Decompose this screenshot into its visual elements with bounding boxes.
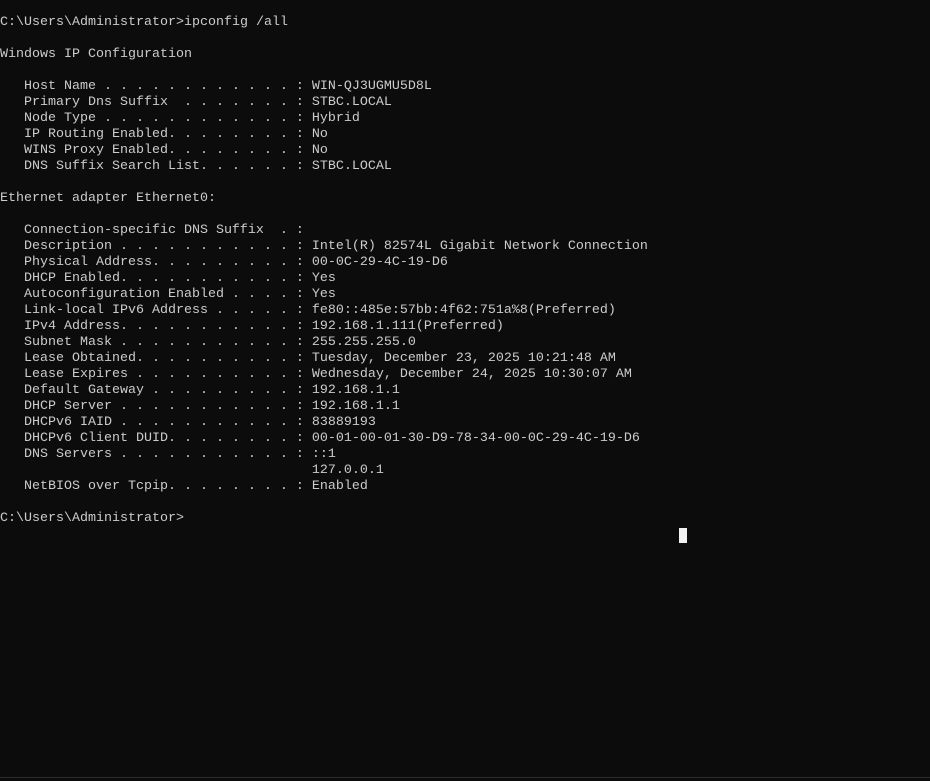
- link-local-ipv6-address-value: fe80::485e:57bb:4f62:751a%8(Preferred): [311, 303, 616, 318]
- lease-expires-value: Wednesday, December 24, 2025 10:30:07 AM: [311, 367, 632, 382]
- node-type-row: Node Type . . . . . . . . . . . . : Hybri…: [0, 111, 930, 127]
- executed-command: ipconfig /all: [183, 15, 288, 30]
- dns-servers-value: ::1: [311, 447, 336, 462]
- link-local-ipv6-address-label: Link-local IPv6 Address . . . . . :: [23, 303, 304, 318]
- physical-address-row: Physical Address. . . . . . . . . : 00-0C…: [0, 255, 930, 271]
- host-name-value: WIN-QJ3UGMU5D8L: [311, 79, 432, 94]
- subnet-mask-row: Subnet Mask . . . . . . . . . . . : 255.2…: [0, 335, 930, 351]
- lease-expires-row: Lease Expires . . . . . . . . . . : Wedne…: [0, 367, 930, 383]
- dhcpv6-client-duid-value: 00-01-00-01-30-D9-78-34-00-0C-29-4C-19-D…: [311, 431, 640, 446]
- section-title-ip-configuration: Windows IP Configuration: [0, 47, 192, 62]
- dhcp-enabled-value: Yes: [311, 271, 336, 286]
- dns-suffix-search-list-label: DNS Suffix Search List. . . . . . :: [23, 159, 304, 174]
- console-window[interactable]: C:\Users\Administrator>ipconfig /all Win…: [0, 0, 930, 781]
- physical-address-value: 00-0C-29-4C-19-D6: [311, 255, 448, 270]
- prompt: C:\Users\Administrator>: [0, 15, 184, 30]
- host-name-label: Host Name . . . . . . . . . . . . :: [23, 79, 304, 94]
- ip-routing-enabled-row: IP Routing Enabled. . . . . . . . : No: [0, 127, 930, 143]
- dhcpv6-client-duid-label: DHCPv6 Client DUID. . . . . . . . :: [23, 431, 304, 446]
- node-type-value: Hybrid: [311, 111, 360, 126]
- ipv4-address-row: IPv4 Address. . . . . . . . . . . : 192.1…: [0, 319, 930, 335]
- prompt: C:\Users\Administrator>: [0, 511, 184, 526]
- node-type-label: Node Type . . . . . . . . . . . . :: [23, 111, 304, 126]
- dhcpv6-iaid-row: DHCPv6 IAID . . . . . . . . . . . : 83889…: [0, 415, 930, 431]
- dns-servers-label: DNS Servers . . . . . . . . . . . :: [23, 447, 304, 462]
- dhcp-enabled-label: DHCP Enabled. . . . . . . . . . . :: [23, 271, 304, 286]
- wins-proxy-enabled-value: No: [311, 143, 328, 158]
- default-gateway-row: Default Gateway . . . . . . . . . : 192.1…: [0, 383, 930, 399]
- description-row: Description . . . . . . . . . . . : Intel…: [0, 239, 930, 255]
- lease-expires-label: Lease Expires . . . . . . . . . . :: [23, 367, 304, 382]
- window-bottom-border: [0, 777, 930, 778]
- netbios-over-tcpip-value: Enabled: [311, 479, 368, 494]
- netbios-over-tcpip-label: NetBIOS over Tcpip. . . . . . . . :: [23, 479, 304, 494]
- dhcp-server-value: 192.168.1.1: [311, 399, 400, 414]
- wins-proxy-enabled-row: WINS Proxy Enabled. . . . . . . . : No: [0, 143, 930, 159]
- dns-servers-continuation-row: 127.0.0.1: [0, 463, 930, 479]
- dns-servers-continuation-spacer: [0, 463, 312, 479]
- lease-obtained-row: Lease Obtained. . . . . . . . . . : Tuesd…: [0, 351, 930, 367]
- dns-suffix-search-list-row: DNS Suffix Search List. . . . . . : STBC.…: [0, 159, 930, 175]
- autoconfiguration-enabled-value: Yes: [311, 287, 336, 302]
- section-title-adapter: Ethernet adapter Ethernet0:: [0, 191, 216, 206]
- dns-servers-secondary-value: 127.0.0.1: [311, 463, 384, 478]
- lease-obtained-label: Lease Obtained. . . . . . . . . . :: [23, 351, 304, 366]
- command-input-line[interactable]: C:\Users\Administrator>: [0, 511, 930, 527]
- ip-routing-enabled-value: No: [311, 127, 328, 142]
- text-cursor: [679, 528, 687, 543]
- link-local-ipv6-address-row: Link-local IPv6 Address . . . . . : fe80:…: [0, 303, 930, 319]
- primary-dns-suffix-row: Primary Dns Suffix . . . . . . . : STBC.L…: [0, 95, 930, 111]
- connection-specific-dns-suffix-row: Connection-specific DNS Suffix . :: [0, 223, 930, 239]
- netbios-over-tcpip-row: NetBIOS over Tcpip. . . . . . . . : Enabl…: [0, 479, 930, 495]
- description-value: Intel(R) 82574L Gigabit Network Connecti…: [311, 239, 648, 254]
- default-gateway-value: 192.168.1.1: [311, 383, 400, 398]
- dhcpv6-iaid-value: 83889193: [311, 415, 376, 430]
- connection-specific-dns-suffix-label: Connection-specific DNS Suffix . :: [23, 223, 304, 238]
- dhcp-server-row: DHCP Server . . . . . . . . . . . : 192.1…: [0, 399, 930, 415]
- command-line: C:\Users\Administrator>ipconfig /all: [0, 15, 930, 31]
- wins-proxy-enabled-label: WINS Proxy Enabled. . . . . . . . :: [23, 143, 304, 158]
- primary-dns-suffix-value: STBC.LOCAL: [311, 95, 392, 110]
- dns-servers-row: DNS Servers . . . . . . . . . . . :::1: [0, 447, 930, 463]
- primary-dns-suffix-label: Primary Dns Suffix . . . . . . . :: [23, 95, 304, 110]
- ip-routing-enabled-label: IP Routing Enabled. . . . . . . . :: [23, 127, 304, 142]
- subnet-mask-label: Subnet Mask . . . . . . . . . . . :: [23, 335, 304, 350]
- default-gateway-label: Default Gateway . . . . . . . . . :: [23, 383, 304, 398]
- dhcpv6-iaid-label: DHCPv6 IAID . . . . . . . . . . . :: [23, 415, 304, 430]
- ipv4-address-value: 192.168.1.111(Preferred): [311, 319, 504, 334]
- autoconfiguration-enabled-row: Autoconfiguration Enabled . . . . : Yes: [0, 287, 930, 303]
- description-label: Description . . . . . . . . . . . :: [23, 239, 304, 254]
- dhcp-enabled-row: DHCP Enabled. . . . . . . . . . . : Yes: [0, 271, 930, 287]
- physical-address-label: Physical Address. . . . . . . . . :: [23, 255, 304, 270]
- subnet-mask-value: 255.255.255.0: [311, 335, 416, 350]
- dns-suffix-search-list-value: STBC.LOCAL: [311, 159, 392, 174]
- host-name-row: Host Name . . . . . . . . . . . . : WIN-Q…: [0, 79, 930, 95]
- ipv4-address-label: IPv4 Address. . . . . . . . . . . :: [23, 319, 304, 334]
- dhcp-server-label: DHCP Server . . . . . . . . . . . :: [23, 399, 304, 414]
- autoconfiguration-enabled-label: Autoconfiguration Enabled . . . . :: [23, 287, 304, 302]
- lease-obtained-value: Tuesday, December 23, 2025 10:21:48 AM: [311, 351, 616, 366]
- dhcpv6-client-duid-row: DHCPv6 Client DUID. . . . . . . . : 00-01…: [0, 431, 930, 447]
